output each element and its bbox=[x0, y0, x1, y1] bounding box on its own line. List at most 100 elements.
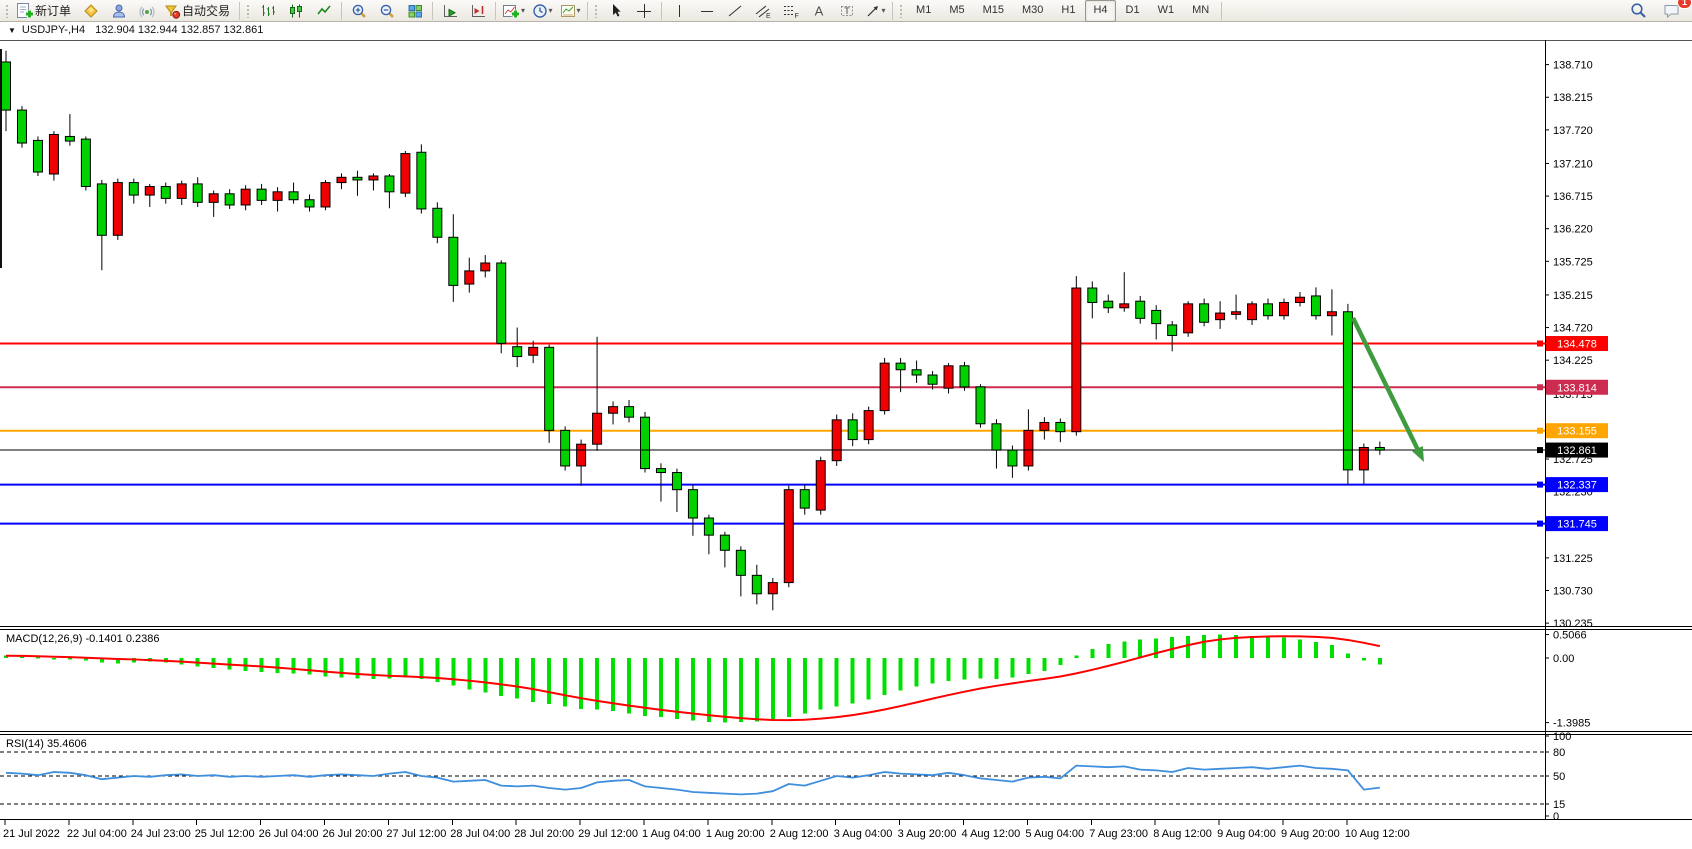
svg-text:-1.3985: -1.3985 bbox=[1553, 718, 1590, 730]
toolbar-separator bbox=[587, 2, 588, 20]
svg-text:0: 0 bbox=[1553, 811, 1559, 823]
svg-text:132.861: 132.861 bbox=[1557, 445, 1597, 457]
svg-text:3 Aug 04:00: 3 Aug 04:00 bbox=[834, 828, 893, 840]
svg-text:T: T bbox=[844, 6, 850, 16]
vertical-line-tool-button[interactable] bbox=[665, 0, 693, 22]
trendline-tool-button[interactable] bbox=[721, 0, 749, 22]
svg-text:130.235: 130.235 bbox=[1553, 618, 1593, 630]
svg-text:28 Jul 20:00: 28 Jul 20:00 bbox=[514, 828, 574, 840]
text-label-tool-button[interactable]: T bbox=[833, 0, 861, 22]
profile-button[interactable] bbox=[105, 0, 133, 22]
auto-scroll-button[interactable] bbox=[436, 0, 464, 22]
svg-text:E: E bbox=[766, 13, 771, 19]
templates-button[interactable]: ▾ bbox=[556, 0, 584, 22]
candlestick-chart-button[interactable] bbox=[282, 0, 310, 22]
timeframe-h1-button[interactable]: H1 bbox=[1053, 0, 1083, 22]
svg-text:80: 80 bbox=[1553, 747, 1565, 759]
new-order-label: 新订单 bbox=[35, 2, 71, 19]
line-chart-button[interactable] bbox=[310, 0, 338, 22]
market-watch-button[interactable] bbox=[77, 0, 105, 22]
svg-text:0.5066: 0.5066 bbox=[1553, 630, 1587, 642]
svg-text:133.155: 133.155 bbox=[1557, 426, 1597, 438]
timeframe-mn-button[interactable]: MN bbox=[1184, 0, 1217, 22]
candles-icon bbox=[288, 3, 304, 19]
notification-badge: 1 bbox=[1677, 0, 1692, 9]
timeframe-m15-button[interactable]: M15 bbox=[975, 0, 1012, 22]
toolbar-separator bbox=[661, 2, 662, 20]
timeframe-m30-button[interactable]: M30 bbox=[1014, 0, 1051, 22]
arrows-icon bbox=[865, 3, 881, 19]
svg-text:22 Jul 04:00: 22 Jul 04:00 bbox=[67, 828, 127, 840]
chart-shift-button[interactable] bbox=[464, 0, 492, 22]
svg-text:F: F bbox=[795, 13, 799, 19]
timeframe-w1-button[interactable]: W1 bbox=[1150, 0, 1183, 22]
svg-text:4 Aug 12:00: 4 Aug 12:00 bbox=[962, 828, 1021, 840]
auto-trading-label: 自动交易 bbox=[182, 2, 230, 19]
cursor-tool-button[interactable] bbox=[602, 0, 630, 22]
svg-text:24 Jul 23:00: 24 Jul 23:00 bbox=[131, 828, 191, 840]
crosshair-icon bbox=[636, 3, 652, 19]
text-label-icon: T bbox=[839, 3, 855, 19]
indicators-button[interactable]: ▾ bbox=[499, 0, 528, 22]
chart-shift-icon bbox=[470, 3, 486, 19]
indicators-icon bbox=[502, 3, 520, 19]
bar-chart-button[interactable] bbox=[254, 0, 282, 22]
svg-text:133.814: 133.814 bbox=[1557, 382, 1597, 394]
chart-title: ▼USDJPY-,H4132.904 132.944 132.857 132.8… bbox=[8, 24, 263, 36]
chevron-down-icon: ▾ bbox=[549, 6, 553, 15]
new-order-button[interactable]: 新订单 bbox=[13, 0, 77, 22]
signal-button[interactable] bbox=[133, 0, 161, 22]
timeframe-h4-button[interactable]: H4 bbox=[1085, 0, 1115, 22]
fibonacci-tool-button[interactable]: F bbox=[777, 0, 805, 22]
price-line-label: 133.814 bbox=[1537, 380, 1608, 395]
collapse-triangle-icon[interactable]: ▼ bbox=[8, 26, 16, 35]
price-line-label: 132.861 bbox=[1537, 443, 1608, 458]
search-button[interactable] bbox=[1624, 0, 1652, 22]
toolbar-grip[interactable] bbox=[594, 4, 599, 18]
tile-windows-button[interactable] bbox=[401, 0, 429, 22]
svg-text:134.478: 134.478 bbox=[1557, 339, 1597, 351]
svg-text:28 Jul 04:00: 28 Jul 04:00 bbox=[450, 828, 510, 840]
auto-trading-button[interactable]: 自动交易 bbox=[161, 0, 236, 22]
svg-text:21 Jul 2022: 21 Jul 2022 bbox=[3, 828, 60, 840]
svg-text:8 Aug 12:00: 8 Aug 12:00 bbox=[1153, 828, 1212, 840]
trendline-icon bbox=[727, 3, 743, 19]
svg-text:132.337: 132.337 bbox=[1557, 480, 1597, 492]
svg-text:137.720: 137.720 bbox=[1553, 125, 1593, 137]
text-tool-button[interactable]: A bbox=[805, 0, 833, 22]
svg-text:26 Jul 04:00: 26 Jul 04:00 bbox=[259, 828, 319, 840]
zoom-in-button[interactable] bbox=[345, 0, 373, 22]
svg-text:15: 15 bbox=[1553, 799, 1565, 811]
svg-text:136.715: 136.715 bbox=[1553, 191, 1593, 203]
toolbar-grip[interactable] bbox=[246, 4, 251, 18]
svg-text:135.215: 135.215 bbox=[1553, 290, 1593, 302]
periods-button[interactable]: ▾ bbox=[528, 0, 556, 22]
channel-tool-button[interactable]: E bbox=[749, 0, 777, 22]
zoom-out-button[interactable] bbox=[373, 0, 401, 22]
crosshair-tool-button[interactable] bbox=[630, 0, 658, 22]
svg-text:134.225: 134.225 bbox=[1553, 355, 1593, 367]
toolbar-grip[interactable] bbox=[5, 4, 10, 18]
svg-text:50: 50 bbox=[1553, 771, 1565, 783]
arrows-tool-button[interactable]: ▾ bbox=[861, 0, 889, 22]
horizontal-line-tool-button[interactable] bbox=[693, 0, 721, 22]
price-chart[interactable]: 139.205138.710138.215137.720137.210136.7… bbox=[0, 22, 1692, 844]
timeframe-d1-button[interactable]: D1 bbox=[1118, 0, 1148, 22]
rsi-label: RSI(14) 35.4606 bbox=[6, 738, 87, 750]
equidistant-channel-icon: E bbox=[755, 3, 771, 19]
timeframe-m1-button[interactable]: M1 bbox=[908, 0, 939, 22]
svg-text:134.720: 134.720 bbox=[1553, 323, 1593, 335]
chart-title-bar: ▼USDJPY-,H4132.904 132.944 132.857 132.8… bbox=[0, 22, 1692, 40]
toolbar-separator bbox=[432, 2, 433, 20]
chart-window: ▼USDJPY-,H4132.904 132.944 132.857 132.8… bbox=[0, 22, 1692, 844]
svg-text:131.745: 131.745 bbox=[1557, 519, 1597, 531]
svg-text:29 Jul 12:00: 29 Jul 12:00 bbox=[578, 828, 638, 840]
timeframe-m5-button[interactable]: M5 bbox=[941, 0, 972, 22]
price-line-label: 132.337 bbox=[1537, 477, 1608, 492]
toolbar-grip[interactable] bbox=[899, 4, 904, 18]
price-line-label: 133.155 bbox=[1537, 423, 1608, 438]
symbol-period-label: USDJPY-,H4 bbox=[22, 24, 85, 36]
macd-label: MACD(12,26,9) -0.1401 0.2386 bbox=[6, 633, 159, 645]
text-icon: A bbox=[811, 3, 827, 19]
notifications-button[interactable]: 1 bbox=[1658, 0, 1686, 22]
